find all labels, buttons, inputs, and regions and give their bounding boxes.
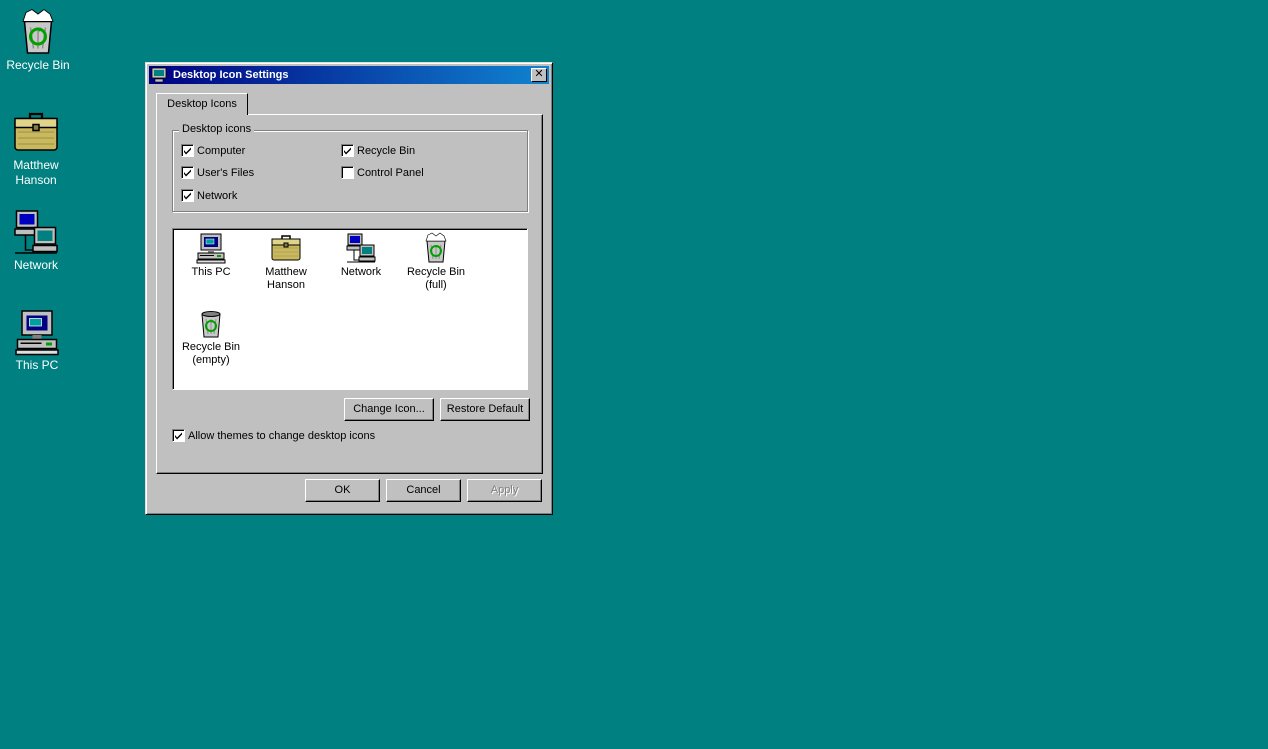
computer-icon xyxy=(195,232,227,264)
checkbox-recycle-bin[interactable]: Recycle Bin xyxy=(341,144,415,157)
checkmark-icon xyxy=(183,168,192,177)
network-computers-icon xyxy=(345,232,377,264)
list-item-label: This PC xyxy=(191,266,231,278)
checkbox-box[interactable] xyxy=(172,429,185,442)
checkbox-box[interactable] xyxy=(341,166,354,179)
group-label: Desktop icons xyxy=(179,123,255,135)
checkbox-box[interactable] xyxy=(181,144,194,157)
tab-desktop-icons[interactable]: Desktop Icons xyxy=(156,93,248,115)
list-item-label: Recycle Bin xyxy=(406,266,466,278)
desktop-icon-label: Recycle Bin xyxy=(6,58,70,72)
restore-default-button[interactable]: Restore Default xyxy=(440,398,530,421)
recycle-bin-empty-icon xyxy=(195,307,227,339)
checkbox-computer[interactable]: Computer xyxy=(181,144,245,157)
checkbox-box[interactable] xyxy=(341,144,354,157)
list-item-recycle-bin-full[interactable]: Recycle Bin (full) xyxy=(398,232,474,292)
desktop-icons-group: Desktop icons Computer User's Files Netw… xyxy=(172,123,528,212)
checkbox-box[interactable] xyxy=(181,166,194,179)
checkbox-label: Computer xyxy=(197,144,246,157)
list-item-label-line2: Hanson xyxy=(267,279,305,291)
checkmark-icon xyxy=(174,431,183,440)
desktop-settings-icon xyxy=(151,67,167,83)
window-title: Desktop Icon Settings xyxy=(173,69,289,81)
checkbox-users-files[interactable]: User's Files xyxy=(181,166,254,179)
checkbox-allow-themes[interactable]: Allow themes to change desktop icons xyxy=(172,429,375,442)
desktop-icon-network[interactable]: Network xyxy=(0,208,74,273)
network-computers-icon xyxy=(12,208,60,256)
checkmark-icon xyxy=(183,191,192,200)
desktop-icon-settings-dialog: Desktop Icon Settings ✕ Desktop Icons De… xyxy=(145,62,553,515)
change-icon-button[interactable]: Change Icon... xyxy=(344,398,434,421)
title-bar[interactable]: Desktop Icon Settings ✕ xyxy=(149,66,549,84)
desktop-icon-this-pc[interactable]: This PC xyxy=(0,308,75,373)
desktop-icon-label: Network xyxy=(13,258,58,272)
apply-button[interactable]: Apply xyxy=(467,479,542,502)
list-item-recycle-bin-empty[interactable]: Recycle Bin (empty) xyxy=(173,307,249,367)
briefcase-user-files-icon xyxy=(270,232,302,264)
checkbox-label: User's Files xyxy=(197,166,255,179)
checkbox-label: Control Panel xyxy=(357,166,424,179)
list-item-label: Network xyxy=(340,266,382,278)
close-icon: ✕ xyxy=(534,68,544,80)
checkbox-label: Allow themes to change desktop icons xyxy=(188,429,376,442)
list-item-label-line2: (empty) xyxy=(192,354,230,366)
checkbox-box[interactable] xyxy=(181,189,194,202)
list-item-user-files[interactable]: Matthew Hanson xyxy=(248,232,324,292)
list-item-label: Recycle Bin xyxy=(181,341,241,353)
desktop-icon-label: This PC xyxy=(15,358,59,372)
computer-icon xyxy=(13,308,61,356)
checkmark-icon xyxy=(343,146,352,155)
briefcase-user-files-icon xyxy=(12,108,60,156)
desktop-icon-user-files[interactable]: Matthew Hanson xyxy=(0,108,74,188)
cancel-button[interactable]: Cancel xyxy=(386,479,461,502)
checkbox-control-panel[interactable]: Control Panel xyxy=(341,166,424,179)
icon-list-view[interactable]: This PC Matthew Hanson Network Recycle B… xyxy=(172,228,528,390)
list-item-label: Matthew xyxy=(265,266,307,278)
list-item-this-pc[interactable]: This PC xyxy=(173,232,249,279)
ok-button[interactable]: OK xyxy=(305,479,380,502)
recycle-bin-full-icon xyxy=(420,232,452,264)
list-item-network[interactable]: Network xyxy=(323,232,399,279)
tab-panel: Desktop icons Computer User's Files Netw… xyxy=(156,114,543,474)
close-button[interactable]: ✕ xyxy=(531,68,547,82)
desktop-icon-recycle-bin[interactable]: Recycle Bin xyxy=(0,8,76,73)
checkmark-icon xyxy=(183,146,192,155)
checkbox-network[interactable]: Network xyxy=(181,189,237,202)
checkbox-label: Recycle Bin xyxy=(357,144,416,157)
list-item-label-line2: (full) xyxy=(425,279,447,291)
recycle-bin-full-icon xyxy=(14,8,62,56)
desktop-icon-label: Matthew Hanson xyxy=(13,158,59,187)
checkbox-label: Network xyxy=(197,189,238,202)
